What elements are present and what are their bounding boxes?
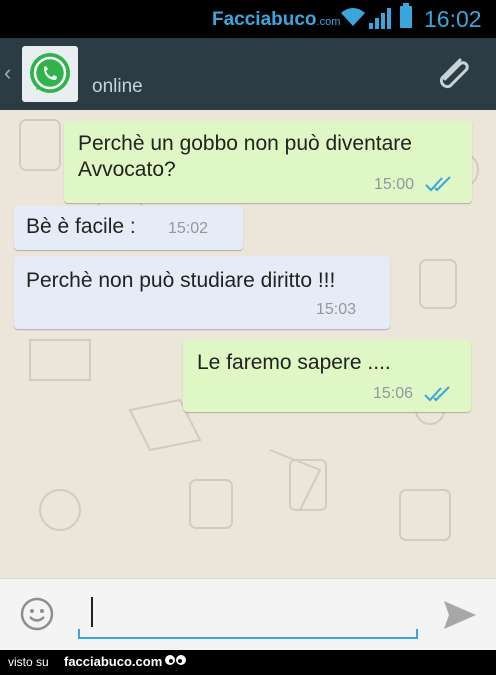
message-text-line: Perchè un gobbo non può diventare: [78, 132, 412, 155]
eyes-logo-icon: [165, 655, 186, 665]
chat-area: Perchè un gobbo non può diventare Avvoca…: [0, 110, 496, 578]
smiley-icon[interactable]: [20, 597, 54, 631]
chevron-left-icon[interactable]: ‹: [4, 60, 11, 86]
double-check-icon: [425, 176, 451, 192]
message-bubble-incoming[interactable]: Perchè non può studiare diritto !!! 15:0…: [14, 256, 390, 329]
contact-status: online: [92, 76, 143, 97]
composer-bar: [0, 578, 496, 651]
status-bar: Facciabuco.com 16:02: [0, 0, 496, 38]
message-bubble-incoming[interactable]: Bè è facile : 15:02: [14, 206, 243, 250]
battery-icon: [400, 3, 412, 28]
double-check-icon: [424, 386, 450, 402]
text-cursor: [91, 597, 93, 627]
message-input[interactable]: [78, 593, 418, 639]
message-time: 15:02: [168, 220, 209, 237]
footer-prefix: visto su: [8, 655, 49, 669]
message-text-line: Avvocato?: [78, 158, 176, 181]
contact-avatar[interactable]: [22, 46, 78, 102]
status-brand: Facciabuco.com: [212, 9, 340, 31]
wifi-icon: [341, 8, 365, 26]
chat-header: ‹ online: [0, 38, 496, 110]
message-text: Bè è facile :: [26, 215, 136, 238]
message-time: 15:06: [373, 385, 414, 402]
message-bubble-outgoing[interactable]: Perchè un gobbo non può diventare Avvoca…: [64, 121, 472, 203]
message-time: 15:00: [374, 176, 415, 193]
whatsapp-logo-icon: [30, 53, 70, 93]
send-icon[interactable]: [442, 599, 478, 631]
footer-site: facciabuco.com: [64, 654, 163, 669]
message-text: Perchè non può studiare diritto !!!: [26, 269, 336, 292]
message-text: Perchè un gobbo non può diventare Avvoca…: [78, 131, 412, 183]
message-time: 15:03: [316, 301, 357, 318]
signal-icon: [369, 8, 391, 29]
brand-name: Facciabuco: [212, 9, 317, 30]
status-clock: 16:02: [424, 6, 482, 32]
message-text: Le faremo sapere ....: [197, 351, 391, 374]
brand-suffix: .com: [316, 16, 341, 28]
paperclip-icon[interactable]: [430, 52, 474, 96]
message-bubble-outgoing[interactable]: Le faremo sapere .... 15:06: [183, 340, 471, 412]
watermark-footer: visto su facciabuco.com: [0, 650, 496, 675]
